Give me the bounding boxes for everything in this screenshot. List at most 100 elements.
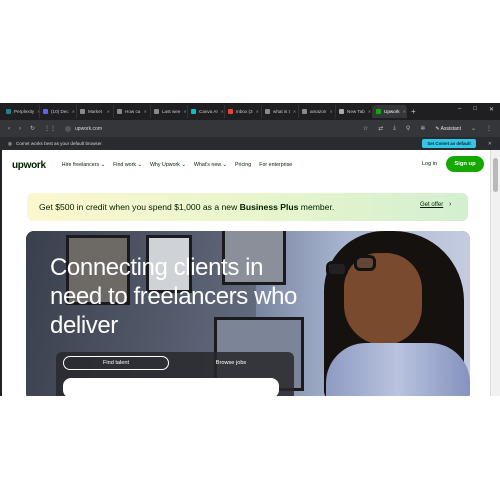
minimize-button[interactable]: –	[458, 106, 461, 113]
browser-tab[interactable]: amazon ✕	[299, 105, 336, 118]
toolbar-right: ☆ ⇄ ⤓ ⚲ ✲ ✎ Assistant ⌄ ⋮	[363, 125, 492, 132]
favicon-icon	[376, 109, 381, 114]
window-controls: – □ ✕	[458, 106, 494, 113]
page-scrollbar[interactable]	[490, 150, 500, 396]
login-link[interactable]: Log in	[422, 161, 437, 167]
favicon-icon	[154, 109, 159, 114]
hero-banner: Connecting clients in need to freelancer…	[26, 231, 470, 396]
maximize-button[interactable]: □	[473, 106, 477, 113]
close-window-button[interactable]: ✕	[489, 106, 494, 113]
favicon-icon	[43, 109, 48, 114]
signup-button[interactable]: Sign up	[446, 156, 484, 172]
search-input[interactable]	[63, 378, 279, 396]
close-tab-icon[interactable]: ✕	[183, 109, 186, 114]
glasses-lens-left	[326, 261, 348, 277]
browser-tab[interactable]: Market ✕	[77, 105, 114, 118]
close-tab-icon[interactable]: ✕	[72, 109, 75, 114]
browser-tab[interactable]: Last wee ✕	[151, 105, 188, 118]
tab-label: New Tab	[347, 109, 365, 114]
browser-tab[interactable]: (10) Dec ✕	[40, 105, 77, 118]
nav-find-work[interactable]: Find work ⌄	[113, 162, 142, 168]
tab-active[interactable]: Upwork ✕	[373, 105, 407, 118]
nav-whats-new[interactable]: What's new ⌄	[194, 162, 227, 168]
default-browser-bar: ◍ Comet works best as your default brows…	[0, 137, 500, 150]
assistant-icon: ✎	[435, 125, 440, 132]
address-bar[interactable]: upwork.com	[65, 125, 102, 132]
screenshot-stage: Perplexity✕(10) Dec✕Market✕How ca✕Last w…	[0, 0, 500, 500]
scrollbar-thumb[interactable]	[493, 158, 498, 192]
tab-label: Market	[88, 109, 103, 114]
comet-icon: ◍	[8, 140, 13, 146]
menu-icon[interactable]: ⌄	[471, 125, 476, 132]
nav-why-upwork[interactable]: Why Upwork ⌄	[150, 162, 186, 168]
tab-browse-jobs[interactable]: Browse jobs	[196, 356, 266, 370]
more-icon[interactable]: ⋮	[486, 125, 492, 132]
browser-tab[interactable]: what is t ✕	[262, 105, 299, 118]
tab-label: Upwork	[384, 109, 400, 114]
close-tab-icon[interactable]: ✕	[221, 109, 224, 114]
assistant-button[interactable]: ✎ Assistant	[435, 126, 461, 132]
reload-icon[interactable]: ↻	[30, 125, 35, 132]
favicon-icon	[339, 109, 344, 114]
browser-tab[interactable]: Canva AI ✕	[188, 105, 225, 118]
close-tab-icon[interactable]: ✕	[107, 109, 110, 114]
tab-label: Last wee	[162, 109, 181, 114]
tab-label: amazon	[310, 109, 327, 114]
nav-hire-freelancers[interactable]: Hire freelancers ⌄	[62, 162, 105, 168]
pin-icon[interactable]: ⚲	[406, 125, 410, 132]
chevron-right-icon[interactable]: ›	[449, 201, 451, 208]
web-page: upwork Hire freelancers ⌄ Find work ⌄ Wh…	[2, 150, 490, 396]
browser-tab[interactable]: Inbox (3 ✕	[225, 105, 262, 118]
favicon-icon	[191, 109, 196, 114]
forward-icon[interactable]: ›	[19, 126, 21, 132]
glasses-lens-right	[354, 255, 376, 271]
site-nav: upwork Hire freelancers ⌄ Find work ⌄ Wh…	[2, 150, 490, 180]
set-default-button[interactable]: Set Comet as default	[422, 139, 476, 148]
favicon-icon	[228, 109, 233, 114]
close-tab-icon[interactable]: ✕	[256, 109, 259, 114]
hero-headline: Connecting clients in need to freelancer…	[50, 254, 297, 339]
browser-tab[interactable]: How ca ✕	[114, 105, 151, 118]
get-offer-link[interactable]: Get offer	[420, 202, 443, 208]
favicon-icon	[6, 109, 11, 114]
url-text[interactable]: upwork.com	[75, 126, 102, 132]
download-icon[interactable]: ⤓	[393, 125, 396, 132]
settings-icon[interactable]: ✲	[420, 125, 425, 132]
browser-tab[interactable]: Perplexity✕	[3, 105, 40, 118]
favicon-icon	[80, 109, 85, 114]
nav-enterprise[interactable]: For enterprise	[259, 162, 292, 168]
promo-text: Get $500 in credit when you spend $1,000…	[39, 202, 335, 212]
extensions-icon[interactable]: ⋮⋮	[44, 125, 56, 132]
close-tab-icon[interactable]: ✕	[329, 109, 332, 114]
share-icon[interactable]: ⇄	[378, 125, 383, 132]
tab-strip: Perplexity✕(10) Dec✕Market✕How ca✕Last w…	[0, 103, 500, 120]
assistant-label: Assistant	[440, 125, 461, 132]
favicon-icon	[117, 109, 122, 114]
close-tab-icon[interactable]: ✕	[144, 109, 147, 114]
browser-window: Perplexity✕(10) Dec✕Market✕How ca✕Last w…	[0, 103, 500, 396]
tab-label: Inbox (3	[236, 109, 253, 114]
browser-tab[interactable]: New Tab ✕	[336, 105, 373, 118]
close-tab-icon[interactable]: ✕	[368, 109, 371, 114]
comet-message: Comet works best as your default browser	[16, 141, 102, 146]
tab-label: Perplexity	[14, 109, 35, 114]
new-tab-button[interactable]: +	[411, 107, 416, 116]
tab-label: (10) Dec	[51, 109, 69, 114]
close-icon[interactable]: ✕	[488, 141, 492, 147]
favicon-icon	[265, 109, 270, 114]
search-panel: Find talent Browse jobs	[56, 352, 294, 396]
upwork-logo[interactable]: upwork	[12, 160, 46, 171]
close-tab-icon[interactable]: ✕	[293, 109, 296, 114]
promo-banner: Get $500 in credit when you spend $1,000…	[27, 193, 468, 221]
site-info-icon[interactable]	[65, 125, 72, 132]
address-toolbar: ‹ › ↻ ⋮⋮ upwork.com ☆ ⇄ ⤓ ⚲ ✲ ✎ Assistan…	[0, 120, 500, 137]
person-sweater	[326, 343, 470, 396]
favicon-icon	[302, 109, 307, 114]
tab-find-talent[interactable]: Find talent	[63, 356, 169, 370]
back-icon[interactable]: ‹	[8, 126, 10, 132]
nav-pricing[interactable]: Pricing	[235, 162, 251, 168]
tab-label: what is t	[273, 109, 290, 114]
tab-label: Canva AI	[199, 109, 218, 114]
star-icon[interactable]: ☆	[363, 125, 368, 132]
close-tab-icon[interactable]: ✕	[403, 109, 406, 114]
